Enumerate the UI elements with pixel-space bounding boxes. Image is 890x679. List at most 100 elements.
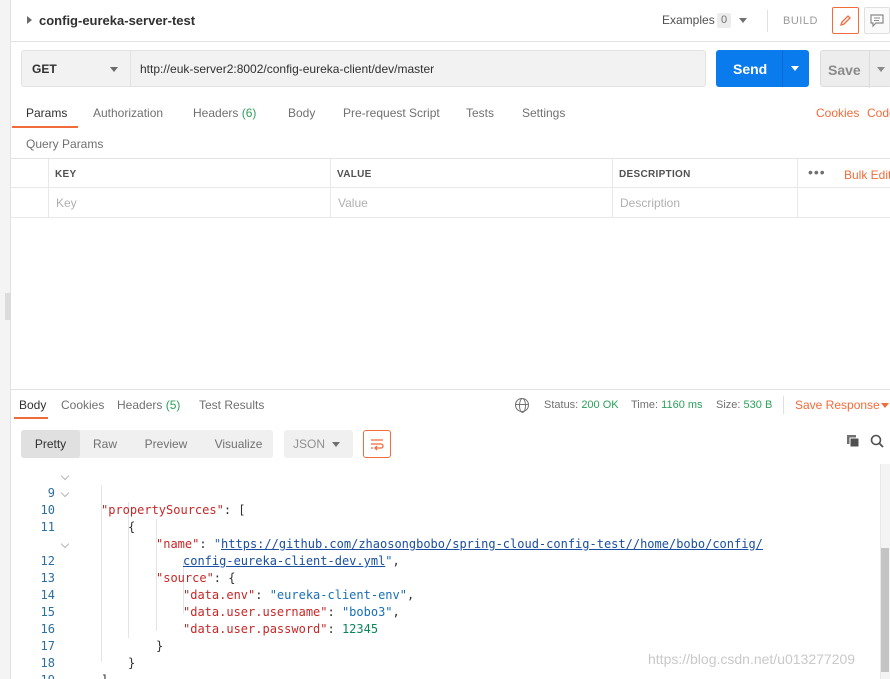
time-value: 1160 ms: [661, 399, 703, 411]
globe-icon[interactable]: [515, 398, 529, 413]
method-select[interactable]: GET: [21, 50, 130, 87]
tab-label: Headers: [117, 398, 163, 412]
wrap-lines-button[interactable]: [363, 430, 391, 458]
visualize-button[interactable]: Visualize: [206, 430, 271, 458]
line-number: 19: [11, 672, 55, 679]
divider: [782, 50, 783, 87]
format-label: JSON: [293, 437, 326, 451]
code-line: 17 }: [11, 621, 136, 670]
tab-headers[interactable]: Headers (6): [193, 106, 256, 120]
json-string: "bobo3": [341, 605, 393, 619]
examples-dropdown-label[interactable]: Examples: [662, 13, 715, 27]
divider: [869, 51, 870, 88]
raw-button[interactable]: Raw: [84, 430, 126, 458]
chevron-down-icon: [332, 442, 340, 447]
bulk-edit-link[interactable]: Bulk Edit: [844, 168, 890, 182]
params-table: KEY VALUE DESCRIPTION ••• Bulk Edit Key …: [11, 158, 890, 218]
size-label: Size:: [716, 399, 741, 411]
format-select[interactable]: JSON: [284, 430, 353, 458]
query-params-title: Query Params: [26, 137, 104, 151]
url-input[interactable]: http://euk-server2:8002/config-eureka-cl…: [130, 50, 706, 87]
code-link[interactable]: Code: [867, 106, 890, 120]
fold-chevron-icon[interactable]: [60, 471, 70, 481]
response-tab-test-results[interactable]: Test Results: [199, 398, 264, 412]
scrollbar-thumb[interactable]: [881, 548, 889, 672]
tab-count: (5): [165, 398, 181, 412]
code-line: 9 "propertySources": [: [11, 468, 246, 517]
col-divider: [48, 159, 49, 217]
chevron-down-icon[interactable]: [739, 18, 747, 23]
window-left-edge: [0, 0, 11, 679]
chevron-down-icon[interactable]: [791, 66, 799, 71]
preview-button[interactable]: Preview: [136, 430, 196, 458]
divider: [783, 396, 784, 414]
build-mode-label[interactable]: BUILD: [783, 15, 818, 27]
tab-pre-request-script[interactable]: Pre-request Script: [343, 106, 440, 120]
tab-label: Headers: [193, 106, 239, 120]
send-button[interactable]: Send: [716, 50, 809, 87]
code-line: 18 ]: [11, 638, 109, 679]
request-title[interactable]: config-eureka-server-test: [39, 13, 195, 28]
more-options-icon[interactable]: •••: [808, 164, 826, 180]
tab-authorization[interactable]: Authorization: [93, 106, 163, 120]
col-divider: [330, 159, 331, 217]
tab-label: Body: [288, 106, 316, 120]
description-input[interactable]: Description: [620, 196, 680, 210]
tab-label: Params: [26, 106, 68, 120]
status-readout: Status: 200 OK: [544, 399, 619, 411]
tab-settings[interactable]: Settings: [522, 106, 565, 120]
pretty-button[interactable]: Pretty: [21, 430, 80, 458]
key-input[interactable]: Key: [56, 196, 77, 210]
copy-icon[interactable]: [846, 434, 860, 448]
fold-chevron-icon[interactable]: [60, 488, 70, 498]
tab-label: Cookies: [61, 398, 105, 412]
response-tab-cookies[interactable]: Cookies: [61, 398, 104, 412]
json-string: "eureka-client-env": [269, 588, 407, 602]
tab-label: Tests: [466, 106, 495, 120]
edit-button[interactable]: [832, 7, 859, 34]
time-label: Time:: [631, 399, 659, 411]
column-header-value: VALUE: [337, 169, 372, 180]
save-label: Save: [828, 62, 861, 78]
url-link[interactable]: config-eureka-client-dev.yml: [183, 554, 385, 568]
fold-chevron-icon[interactable]: [60, 539, 70, 549]
code-line: 16 }: [11, 604, 164, 653]
search-icon[interactable]: [870, 434, 884, 448]
status-value: 200 OK: [581, 399, 619, 411]
tab-label: Settings: [522, 106, 566, 120]
time-readout: Time: 1160 ms: [631, 399, 703, 411]
status-label: Status:: [544, 399, 579, 411]
url-link[interactable]: https://github.com/zhaosongbobo/spring-c…: [221, 537, 763, 551]
caret-right-icon[interactable]: [27, 16, 32, 24]
json-number: 12345: [341, 622, 379, 636]
json-key: "name": [156, 537, 200, 551]
code-line: 11 "name": "https://github.com/zhaosongb…: [11, 502, 763, 551]
size-value: 530 B: [743, 399, 773, 411]
tab-label: Pre-request Script: [343, 106, 440, 120]
chevron-down-icon[interactable]: [877, 67, 885, 72]
code-line: 14 "data.user.username": "bobo3",: [11, 570, 400, 619]
code-text: }: [128, 656, 136, 670]
comment-icon: [870, 14, 884, 28]
examples-count-badge: 0: [717, 13, 731, 28]
value-input[interactable]: Value: [338, 196, 368, 210]
tab-params[interactable]: Params: [26, 106, 67, 120]
tab-body[interactable]: Body: [288, 106, 315, 120]
active-tab-indicator: [12, 126, 78, 128]
cookies-link[interactable]: Cookies: [816, 106, 859, 120]
code-line: 19 }: [11, 655, 55, 679]
response-divider: [11, 389, 890, 390]
column-header-key: KEY: [55, 169, 77, 180]
response-tab-headers[interactable]: Headers (5): [117, 398, 180, 412]
json-key: "data.user.username": [183, 605, 328, 619]
save-button[interactable]: Save: [820, 50, 890, 88]
comments-button[interactable]: [864, 7, 890, 34]
tab-tests[interactable]: Tests: [466, 106, 494, 120]
divider: [767, 10, 768, 32]
save-response-button[interactable]: Save Response: [795, 398, 880, 412]
code-line: 13 "data.env": "eureka-client-env",: [11, 553, 415, 602]
code-line: config-eureka-client-dev.yml",: [11, 519, 400, 568]
response-body-editor[interactable]: 9 "propertySources": [ 10 { 11 "name": "…: [11, 464, 880, 679]
chevron-down-icon[interactable]: [881, 403, 889, 408]
response-tab-body[interactable]: Body: [19, 398, 46, 412]
